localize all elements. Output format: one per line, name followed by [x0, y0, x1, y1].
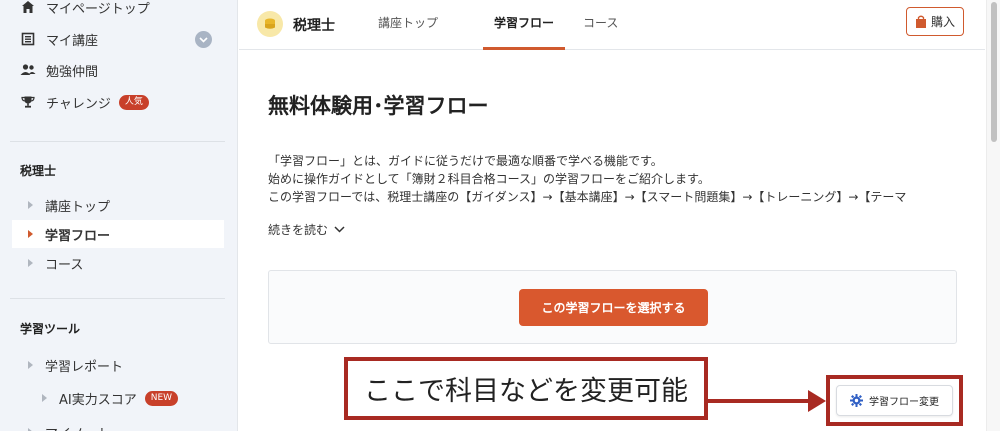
- page-title: 無料体験用･学習フロー: [268, 94, 489, 118]
- scroll-thumb[interactable]: [991, 2, 997, 142]
- sidebar-item-study-buddies[interactable]: 勉強仲間: [20, 59, 98, 81]
- list-icon: [20, 31, 36, 47]
- select-flow-button[interactable]: この学習フローを選択する: [519, 289, 708, 326]
- sidebar-item-label: マイページトップ: [46, 1, 150, 17]
- sidebar-item-label: コース: [45, 257, 84, 273]
- chevron-down-icon: [334, 226, 345, 233]
- course-brand: 税理士: [293, 18, 335, 34]
- description-line: 「学習フロー」とは、ガイドに従うだけで最適な順番で学べる機能です。: [268, 154, 663, 168]
- sidebar-section-title-tools: 学習ツール: [20, 322, 81, 336]
- sidebar-divider: [10, 141, 225, 142]
- scrollbar[interactable]: [986, 0, 1000, 431]
- sidebar-item-study-report[interactable]: 学習レポート: [24, 351, 224, 379]
- sidebar-item-label: 勉強仲間: [46, 64, 99, 80]
- buy-button[interactable]: 購入: [906, 7, 964, 36]
- sidebar-item-label: 学習レポート: [45, 359, 124, 375]
- users-icon: [20, 62, 36, 78]
- sidebar-item-label: AI実力スコア: [59, 392, 137, 408]
- sidebar-item-course[interactable]: コース: [24, 249, 224, 277]
- sidebar-divider: [10, 298, 225, 299]
- tab-study-flow[interactable]: 学習フロー: [483, 14, 565, 50]
- coins-icon: [257, 11, 283, 37]
- sidebar-item-label: マイノート: [45, 423, 110, 431]
- shopping-bag-icon: [915, 15, 927, 29]
- annotation-arrow: [708, 399, 816, 403]
- sidebar-item-my-note[interactable]: マイノート: [24, 418, 224, 431]
- buy-label: 購入: [930, 15, 955, 29]
- read-more-link[interactable]: 続きを読む: [268, 221, 345, 238]
- chevron-down-icon[interactable]: [195, 31, 212, 48]
- new-badge: NEW: [144, 390, 179, 406]
- sidebar-item-label: マイ講座: [46, 33, 99, 49]
- sidebar-item-label: 学習フロー: [45, 228, 111, 244]
- sidebar-item-mypage-top[interactable]: マイページトップ: [20, 0, 150, 18]
- sidebar-item-challenge[interactable]: チャレンジ 人気: [20, 91, 149, 113]
- read-more-label: 続きを読む: [268, 223, 329, 237]
- tab-course[interactable]: コース: [583, 14, 618, 50]
- caret-right-icon: [28, 230, 33, 238]
- home-icon: [20, 0, 36, 15]
- description-line: この学習フローでは、税理士講座の【ガイダンス】→【基本講座】→【スマート問題集】…: [268, 190, 907, 204]
- sidebar-item-ai-score[interactable]: AI実力スコア NEW: [38, 384, 224, 412]
- sidebar-item-course-top[interactable]: 講座トップ: [24, 191, 224, 219]
- trophy-icon: [20, 94, 36, 110]
- sidebar-section-title-course: 税理士: [20, 164, 57, 178]
- annotation-highlight-box: [826, 375, 963, 426]
- sidebar-item-study-flow[interactable]: 学習フロー: [12, 220, 224, 248]
- annotation-callout: ここで科目などを変更可能: [344, 357, 708, 420]
- description-line: 始めに操作ガイドとして「簿財２科目合格コース」の学習フローをご紹介します。: [268, 172, 710, 186]
- top-header: 税理士 講座トップ 学習フロー コース 購入: [239, 0, 985, 50]
- sidebar-item-label: 講座トップ: [45, 199, 111, 215]
- flow-select-panel: この学習フローを選択する: [268, 270, 957, 344]
- annotation-callout-text: ここで科目などを変更可能: [364, 376, 688, 407]
- caret-right-icon: [28, 201, 33, 209]
- annotation-arrow-head: [808, 390, 826, 412]
- sidebar-item-my-courses[interactable]: マイ講座: [20, 28, 98, 50]
- sidebar-item-label: チャレンジ: [46, 96, 111, 112]
- tab-course-top[interactable]: 講座トップ: [378, 14, 438, 50]
- caret-right-icon: [42, 394, 47, 402]
- caret-right-icon: [28, 259, 33, 267]
- popular-badge: 人気: [118, 94, 149, 110]
- caret-right-icon: [28, 361, 33, 369]
- sidebar: マイページトップ マイ講座 勉強仲間 チャレンジ 人気 税理士 講座トップ 学習…: [0, 0, 238, 431]
